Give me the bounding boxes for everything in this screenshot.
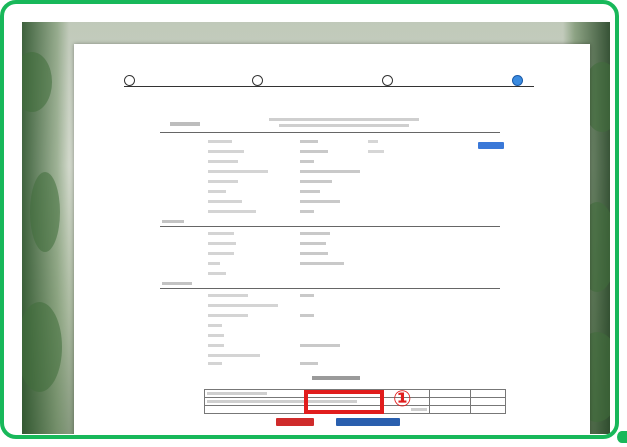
section-title-2 bbox=[162, 220, 184, 223]
step-4-active bbox=[482, 62, 552, 88]
divider bbox=[160, 226, 500, 227]
confirmation-document bbox=[74, 44, 590, 434]
divider bbox=[160, 288, 500, 289]
step-dot-icon bbox=[381, 75, 393, 86]
confirm-button-highlight bbox=[304, 390, 384, 414]
back-button[interactable] bbox=[276, 418, 314, 426]
step-dot-icon bbox=[123, 75, 135, 86]
billing-summary-title bbox=[312, 376, 360, 380]
step-3 bbox=[352, 62, 422, 88]
section-title-contract bbox=[170, 122, 200, 126]
notice-text bbox=[244, 118, 444, 127]
step-dot-icon bbox=[251, 75, 263, 86]
background-photo bbox=[22, 22, 610, 434]
stepper-line bbox=[124, 86, 534, 87]
confirm-button[interactable] bbox=[336, 418, 400, 426]
progress-stepper bbox=[94, 62, 570, 102]
divider bbox=[160, 132, 500, 133]
step-2 bbox=[222, 62, 292, 88]
screenshot-frame: ① bbox=[0, 0, 619, 439]
annotation-marker: ① bbox=[393, 387, 412, 412]
step-dot-icon bbox=[511, 75, 523, 86]
corner-decoration bbox=[617, 431, 627, 443]
step-1 bbox=[94, 62, 164, 88]
section-title-3 bbox=[162, 282, 192, 285]
